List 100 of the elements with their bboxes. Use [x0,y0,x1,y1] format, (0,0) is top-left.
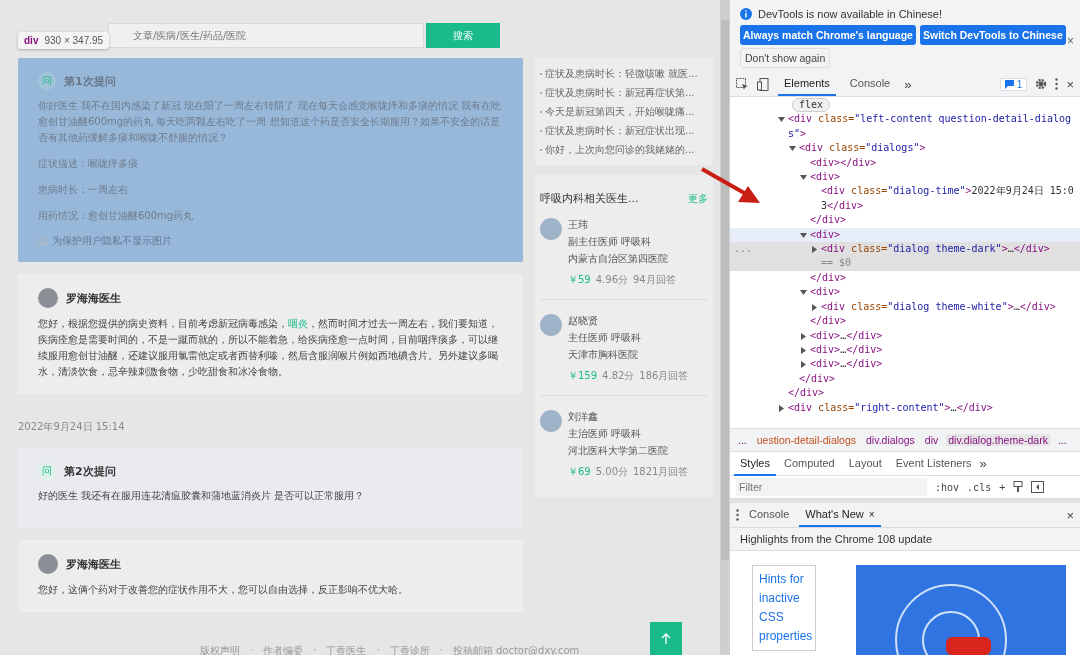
device-toolbar-icon[interactable] [757,77,770,91]
dom-closing-tag: </div> [810,314,853,329]
expanded-triangle-icon[interactable] [800,289,807,297]
dom-tree-row[interactable]: <div class="left-content question-detail-dialogs"> [730,112,1080,142]
hover-state-toggle[interactable]: :hov [935,481,960,493]
doctor-name[interactable]: 刘洋鑫 [568,410,689,424]
related-question-link[interactable]: 症状及患病时长：新冠再症状第... [545,83,695,102]
annotation-arrow [700,166,762,206]
doctor-avatar [38,288,58,308]
expanded-triangle-icon[interactable] [778,116,785,124]
issues-button[interactable]: 1 [999,77,1028,91]
doctor-title: 主任医师 呼吸科 [568,331,643,345]
feature-link[interactable]: Hints for inactive CSS properties [752,565,816,651]
footer-separator: · [313,644,317,655]
dom-tree-row[interactable]: <div class="dialog-time">2022年9月24日 15:03</div> [730,184,1080,214]
breadcrumb-item[interactable]: uestion-detail-dialogs [754,434,858,446]
search-field[interactable]: 文章/疾病/医生/药品/医院 [108,23,424,48]
inspect-tooltip: div 930 × 347.95 [18,32,110,49]
expanded-triangle-icon[interactable] [800,231,807,239]
dom-tree-row[interactable]: <div class="right-content">…</div> [730,400,1080,415]
collapsed-triangle-icon[interactable] [800,346,807,354]
breadcrumb-item[interactable]: div.dialogs [864,434,917,446]
answer-count: 1821月回答 [633,465,689,479]
scrollbar[interactable] [720,0,730,655]
filter-field[interactable]: Filter [736,478,927,496]
dom-node-text: <div class="right-content">…</div> [788,400,994,415]
language-button[interactable]: Switch DevTools to Chinese [919,25,1066,45]
more-tabs-button[interactable]: » [979,456,987,471]
dom-tree-row[interactable]: <div class="dialogs"> [730,141,1080,156]
gutter-ellipsis: ... [734,242,753,257]
related-question-link[interactable]: 症状及患病时长：新冠症状出现... [545,121,695,140]
message-icon [1004,79,1014,89]
panel-tab[interactable]: Elements [778,72,836,96]
dom-node-text: <div>…</div> [810,328,884,343]
dom-node-text: <div class="left-content question-detail-dialogs"> [788,112,1072,141]
kebab-menu-icon[interactable] [1055,78,1059,90]
pane-tab[interactable]: Layout [842,451,888,476]
new-rule-button[interactable]: + [999,481,1006,493]
breadcrumb-item[interactable]: ... [736,434,749,446]
doctor-rating: 5.00分 [595,465,628,479]
pane-tab[interactable]: Event Listeners [889,451,978,476]
related-question-link[interactable]: 你好，上次向您问诊的我姥姥的... [545,140,695,159]
expanded-triangle-icon[interactable] [800,174,807,182]
close-button[interactable]: × [1067,34,1074,48]
kebab-menu-icon[interactable] [736,509,739,521]
notice-text: DevTools is now available in Chinese! [758,8,943,20]
up-arrow-icon [661,632,671,645]
paint-brush-icon[interactable] [1013,481,1024,493]
doctor-name[interactable]: 王玮 [568,218,676,232]
dom-tree-row[interactable]: ... <div class="dialog theme-dark">…</div> == $0 [730,242,1080,271]
collapsed-triangle-icon[interactable] [778,404,785,412]
doctor-avatar [540,410,562,432]
question-badge: 问 [38,72,56,90]
dom-tree-row[interactable]: <div> [730,227,1080,243]
dom-closing-tag: </div> [810,213,853,228]
dom-node-text: <div> [810,285,842,300]
language-button[interactable]: Always match Chrome's language [740,25,916,45]
flex-badge[interactable]: flex [792,98,831,112]
pane-tab[interactable]: Styles [734,451,776,476]
close-button[interactable]: × [1066,507,1074,523]
dom-tree-row[interactable]: <div> [730,285,1080,300]
dom-tree-row[interactable]: <div>…</div> [730,342,1080,358]
settings-icon[interactable] [1035,78,1048,90]
doctor-hospital: 天津市胸科医院 [568,348,639,362]
breadcrumb-item[interactable]: div [922,434,941,446]
dom-tree-row[interactable]: <div> [730,170,1080,185]
close-button[interactable]: × [1066,76,1074,92]
more-tabs-button[interactable]: » [904,76,912,92]
info-icon [740,8,752,20]
pane-tab[interactable]: Computed [777,451,841,476]
drawer-tab[interactable]: Console [743,503,796,527]
related-question-link[interactable]: 今天是新冠第四天，开始喉咙痛... [545,102,695,121]
breadcrumb-item[interactable]: div.dialog.theme-dark [946,434,1050,446]
doctor-avatar [540,314,562,336]
collapsed-triangle-icon[interactable] [800,332,807,340]
breadcrumb-item[interactable]: ... [1055,434,1069,446]
doctor-rating: 4.96分 [595,273,628,287]
answer-text: 您好，根据您提供的病史资料，目前考虑新冠病毒感染，咽炎，然而时间才过去一周左右，我们要知道，疾病痊愈是需要时间的，不是一蹴而就的，所以不能着急，给疾病痊愈一点时间，目前咽痒痰多，可以继续服用愈创甘油醚，还建议服用氯雷他定或者西替利嗪，然后含服润喉片例如西地碘含片。另外建议多喝水，清淡饮食，忌辛辣刺激食物，少吃甜食和冰冷食物。 [38,317,499,379]
privacy-note: 为保护用户隐私不显示图片 [52,234,172,248]
panel-tab[interactable]: Console [843,72,897,96]
consult-price: ￥69 [568,465,591,479]
inspect-cursor-icon[interactable] [736,77,749,91]
footer-separator: · [250,644,254,655]
related-question-link[interactable]: 症状及患病时长：轻微咳嗽 就医... [545,64,698,83]
dismiss-button[interactable]: Don't show again [740,48,831,68]
class-toggle[interactable]: .cls [967,481,992,493]
sidebar-toggle-icon[interactable] [1031,481,1045,493]
collapsed-triangle-icon[interactable] [811,303,818,311]
dom-tree-row[interactable]: <div>…</div> [730,357,1080,372]
expanded-triangle-icon[interactable] [789,145,796,153]
dom-tree-row[interactable]: <div>…</div> [730,328,1080,343]
collapsed-triangle-icon[interactable] [811,246,818,254]
dom-tree-row[interactable]: <div></div> [730,155,1080,171]
collapsed-triangle-icon[interactable] [800,361,807,369]
doctor-avatar [38,554,58,574]
dom-tree-row[interactable]: <div class="dialog theme-white">…</div> [730,299,1080,315]
doctor-hospital: 内蒙古自治区第四医院 [568,252,669,266]
doctor-avatar [540,218,562,240]
doctor-name[interactable]: 赵晓贤 [568,314,689,328]
whats-new-heading: Highlights from the Chrome 108 update [730,528,1080,551]
